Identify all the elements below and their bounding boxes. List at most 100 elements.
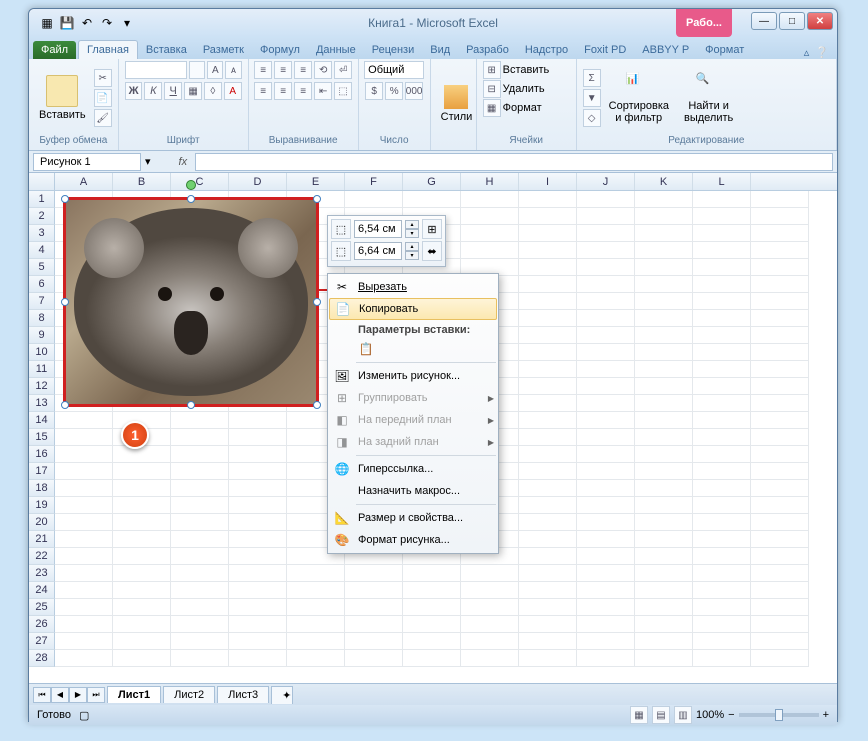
cell[interactable]: [229, 599, 287, 616]
percent-icon[interactable]: %: [385, 82, 403, 100]
cell[interactable]: [403, 633, 461, 650]
cell[interactable]: [577, 412, 635, 429]
cell[interactable]: [693, 259, 751, 276]
align-middle-icon[interactable]: ≡: [274, 61, 292, 79]
picture-tools-tab[interactable]: Рабо...: [676, 9, 732, 37]
cell[interactable]: [519, 208, 577, 225]
cell[interactable]: [171, 565, 229, 582]
cell[interactable]: [345, 599, 403, 616]
fill-color-icon[interactable]: ◊: [204, 82, 222, 100]
cell[interactable]: [171, 531, 229, 548]
row-header[interactable]: 28: [29, 650, 55, 667]
cell[interactable]: [519, 633, 577, 650]
cell[interactable]: [519, 344, 577, 361]
cell[interactable]: [519, 616, 577, 633]
cell[interactable]: [519, 582, 577, 599]
resize-handle[interactable]: [313, 298, 321, 306]
col-I[interactable]: I: [519, 173, 577, 190]
cell[interactable]: [519, 599, 577, 616]
cell[interactable]: [577, 582, 635, 599]
cell[interactable]: [751, 225, 809, 242]
cell[interactable]: [113, 582, 171, 599]
row-header[interactable]: 14: [29, 412, 55, 429]
view-layout-icon[interactable]: ▤: [652, 706, 670, 724]
cell[interactable]: [635, 395, 693, 412]
cell[interactable]: [635, 310, 693, 327]
width-input[interactable]: 6,64 см: [354, 242, 402, 260]
cell[interactable]: [519, 480, 577, 497]
cell[interactable]: [229, 446, 287, 463]
row-header[interactable]: 22: [29, 548, 55, 565]
format-painter-icon[interactable]: 🖌: [94, 109, 112, 127]
row-header[interactable]: 6: [29, 276, 55, 293]
cell[interactable]: [577, 225, 635, 242]
cell[interactable]: [693, 242, 751, 259]
col-E[interactable]: E: [287, 173, 345, 190]
group-icon[interactable]: ⊞: [422, 219, 442, 239]
cell[interactable]: [693, 463, 751, 480]
autosum-icon[interactable]: Σ: [583, 69, 601, 87]
resize-handle[interactable]: [313, 195, 321, 203]
font-name-input[interactable]: [125, 61, 187, 79]
cell[interactable]: [577, 446, 635, 463]
resize-handle[interactable]: [187, 401, 195, 409]
tab-file[interactable]: Файл: [33, 41, 76, 59]
cell[interactable]: [519, 565, 577, 582]
width-spinner[interactable]: ▴▾: [405, 242, 419, 260]
border-icon[interactable]: ▦: [184, 82, 202, 100]
cell[interactable]: [55, 548, 113, 565]
cell[interactable]: [635, 633, 693, 650]
arrange-icon[interactable]: ⬌: [422, 241, 442, 261]
cell[interactable]: [635, 276, 693, 293]
fx-icon[interactable]: fx: [171, 156, 196, 168]
cell[interactable]: [751, 548, 809, 565]
cell[interactable]: [635, 548, 693, 565]
tab-data[interactable]: Данные: [308, 41, 364, 59]
clear-icon[interactable]: ◇: [583, 109, 601, 127]
inserted-picture[interactable]: [63, 197, 319, 407]
cell[interactable]: [577, 531, 635, 548]
cells-format-button[interactable]: ▦Формат: [483, 99, 570, 117]
cell[interactable]: [55, 582, 113, 599]
cell[interactable]: [577, 242, 635, 259]
cell[interactable]: [519, 429, 577, 446]
cell[interactable]: [751, 616, 809, 633]
cell[interactable]: [171, 616, 229, 633]
cell[interactable]: [229, 497, 287, 514]
cell[interactable]: [577, 310, 635, 327]
cell[interactable]: [55, 446, 113, 463]
currency-icon[interactable]: $: [365, 82, 383, 100]
cell[interactable]: [635, 616, 693, 633]
cell[interactable]: [751, 599, 809, 616]
cell[interactable]: [693, 616, 751, 633]
zoom-thumb[interactable]: [775, 709, 783, 721]
cell[interactable]: [635, 412, 693, 429]
qat-dropdown-icon[interactable]: ▾: [119, 15, 135, 31]
row-header[interactable]: 1: [29, 191, 55, 208]
cell[interactable]: [693, 344, 751, 361]
align-top-icon[interactable]: ≡: [254, 61, 272, 79]
cell[interactable]: [171, 633, 229, 650]
row-header[interactable]: 8: [29, 310, 55, 327]
col-L[interactable]: L: [693, 173, 751, 190]
cell[interactable]: [751, 650, 809, 667]
height-spinner[interactable]: ▴▾: [405, 220, 419, 238]
menu-cut[interactable]: ✂Вырезать: [328, 276, 498, 298]
tab-format[interactable]: Формат: [697, 41, 752, 59]
cell[interactable]: [693, 514, 751, 531]
row-header[interactable]: 25: [29, 599, 55, 616]
cell[interactable]: [229, 650, 287, 667]
sheet-tab-2[interactable]: Лист2: [163, 686, 215, 703]
cell[interactable]: [55, 616, 113, 633]
cell[interactable]: [113, 514, 171, 531]
cell[interactable]: [693, 361, 751, 378]
zoom-level[interactable]: 100%: [696, 709, 724, 721]
row-header[interactable]: 18: [29, 480, 55, 497]
cell[interactable]: [519, 259, 577, 276]
menu-assign-macro[interactable]: Назначить макрос...: [328, 480, 498, 502]
cell[interactable]: [751, 565, 809, 582]
cell[interactable]: [55, 497, 113, 514]
cell[interactable]: [55, 531, 113, 548]
cell[interactable]: [403, 582, 461, 599]
cell[interactable]: [577, 650, 635, 667]
